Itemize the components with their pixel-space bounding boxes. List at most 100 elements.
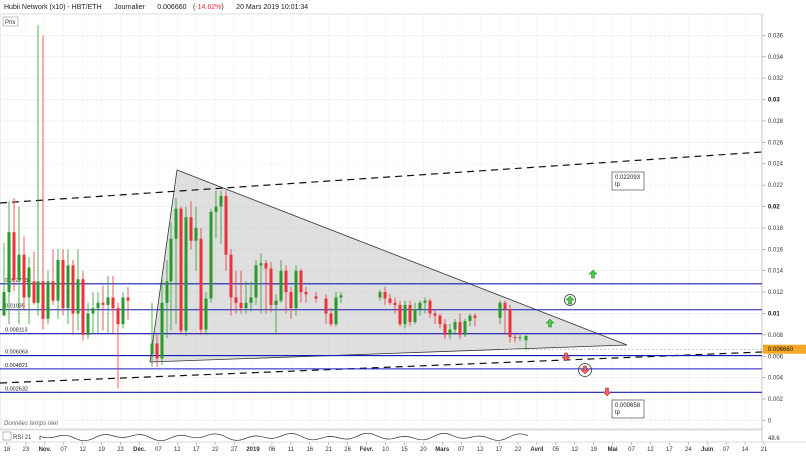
candle-body[interactable] <box>524 335 528 341</box>
y-tick-label: 0.022 <box>768 183 784 189</box>
y-tick-label: 0.002 <box>768 397 784 403</box>
candle-body[interactable] <box>383 292 387 299</box>
candle-body[interactable] <box>244 302 248 309</box>
candle-body[interactable] <box>443 324 447 335</box>
candle-body[interactable] <box>101 302 105 305</box>
candle-body[interactable] <box>254 265 258 298</box>
candle-body[interactable] <box>155 343 159 359</box>
candle-body[interactable] <box>234 297 238 303</box>
candle-body[interactable] <box>76 279 80 314</box>
candle-body[interactable] <box>121 297 125 325</box>
candle-body[interactable] <box>433 313 437 316</box>
x-tick-label: 07 <box>155 447 162 453</box>
candle-body[interactable] <box>284 270 288 293</box>
candle-body[interactable] <box>398 304 402 325</box>
rsi-toggle-icon[interactable] <box>2 431 12 441</box>
candle-body[interactable] <box>324 298 328 314</box>
candle-body[interactable] <box>498 302 502 318</box>
candle-body[interactable] <box>86 313 90 335</box>
chart-canvas: Hubii Network (x10) - HBT/ETH Journalier… <box>0 4 806 453</box>
candle-body[interactable] <box>61 260 65 309</box>
candle-body[interactable] <box>194 227 198 241</box>
candle-body[interactable] <box>259 263 263 266</box>
candle-body[interactable] <box>91 308 95 314</box>
candle-body[interactable] <box>269 268 273 305</box>
candle-body[interactable] <box>229 254 233 298</box>
candle-body[interactable] <box>160 302 164 359</box>
x-tick-label: 27 <box>231 447 238 453</box>
candle-body[interactable] <box>339 295 343 298</box>
candle-body[interactable] <box>289 292 293 309</box>
candle-body[interactable] <box>36 281 40 303</box>
candle-body[interactable] <box>2 292 6 316</box>
candle-body[interactable] <box>41 281 45 319</box>
candle-body[interactable] <box>150 343 154 355</box>
candle-body[interactable] <box>204 298 208 330</box>
candle-body[interactable] <box>51 281 55 301</box>
candle-body[interactable] <box>46 281 50 319</box>
candle-body[interactable] <box>199 238 203 330</box>
candle-body[interactable] <box>219 195 223 207</box>
candle-body[interactable] <box>239 302 243 309</box>
candle-body[interactable] <box>179 208 183 331</box>
candle-body[interactable] <box>448 329 452 335</box>
candle-body[interactable] <box>32 281 36 303</box>
x-tick-label: 23 <box>23 447 30 453</box>
candle-body[interactable] <box>299 270 303 293</box>
candle-body[interactable] <box>165 281 169 303</box>
candle-body[interactable] <box>418 302 422 310</box>
candle-body[interactable] <box>393 302 397 305</box>
candle-body[interactable] <box>458 322 462 335</box>
candle-body[interactable] <box>209 211 213 299</box>
candle-body[interactable] <box>111 297 115 309</box>
candle-body[interactable] <box>184 217 188 331</box>
candle-body[interactable] <box>224 195 228 255</box>
candle-body[interactable] <box>463 320 467 335</box>
candle-body[interactable] <box>56 260 60 301</box>
candle-body[interactable] <box>314 296 318 299</box>
candle-body[interactable] <box>453 322 457 330</box>
candle-body[interactable] <box>189 217 193 241</box>
candle-body[interactable] <box>249 297 253 303</box>
candle-body[interactable] <box>106 297 110 305</box>
candle-body[interactable] <box>27 267 31 298</box>
candle-body[interactable] <box>294 270 298 309</box>
candle-body[interactable] <box>81 279 85 335</box>
price-chart[interactable]: Hubii Network (x10) - HBT/ETH Journalier… <box>0 0 806 454</box>
candle-body[interactable] <box>214 206 218 212</box>
candle-body[interactable] <box>378 292 382 298</box>
candle-body[interactable] <box>174 208 178 239</box>
candle-body[interactable] <box>438 315 442 325</box>
candle-body[interactable] <box>22 254 26 298</box>
candle-body[interactable] <box>468 315 472 321</box>
candle-body[interactable] <box>388 298 392 303</box>
x-tick-label: 17 <box>666 447 673 453</box>
candle-body[interactable] <box>12 232 16 281</box>
candle-body[interactable] <box>274 300 278 305</box>
y-tick-label: 0.02 <box>768 205 780 211</box>
candle-body[interactable] <box>304 292 308 295</box>
candle-body[interactable] <box>428 300 432 314</box>
candle-body[interactable] <box>126 297 130 301</box>
candle-body[interactable] <box>508 309 512 338</box>
candle-body[interactable] <box>71 265 75 314</box>
candle-body[interactable] <box>329 313 333 325</box>
candle-body[interactable] <box>66 265 70 309</box>
candle-body[interactable] <box>408 304 412 323</box>
candle-body[interactable] <box>169 238 173 282</box>
candle-body[interactable] <box>423 300 427 303</box>
candle-body[interactable] <box>403 304 407 325</box>
candle-body[interactable] <box>334 297 338 325</box>
candle-body[interactable] <box>513 337 517 339</box>
candle-body[interactable] <box>116 308 120 325</box>
y-tick-label: 0.01 <box>768 311 780 317</box>
candle-body[interactable] <box>503 302 507 310</box>
candle-body[interactable] <box>264 263 268 269</box>
candle-body[interactable] <box>473 315 477 318</box>
candle-body[interactable] <box>413 309 417 323</box>
candle-body[interactable] <box>279 270 283 301</box>
candle-body[interactable] <box>96 302 100 309</box>
candle-body[interactable] <box>17 254 21 281</box>
candle-body[interactable] <box>518 337 522 339</box>
candle-body[interactable] <box>7 232 11 293</box>
